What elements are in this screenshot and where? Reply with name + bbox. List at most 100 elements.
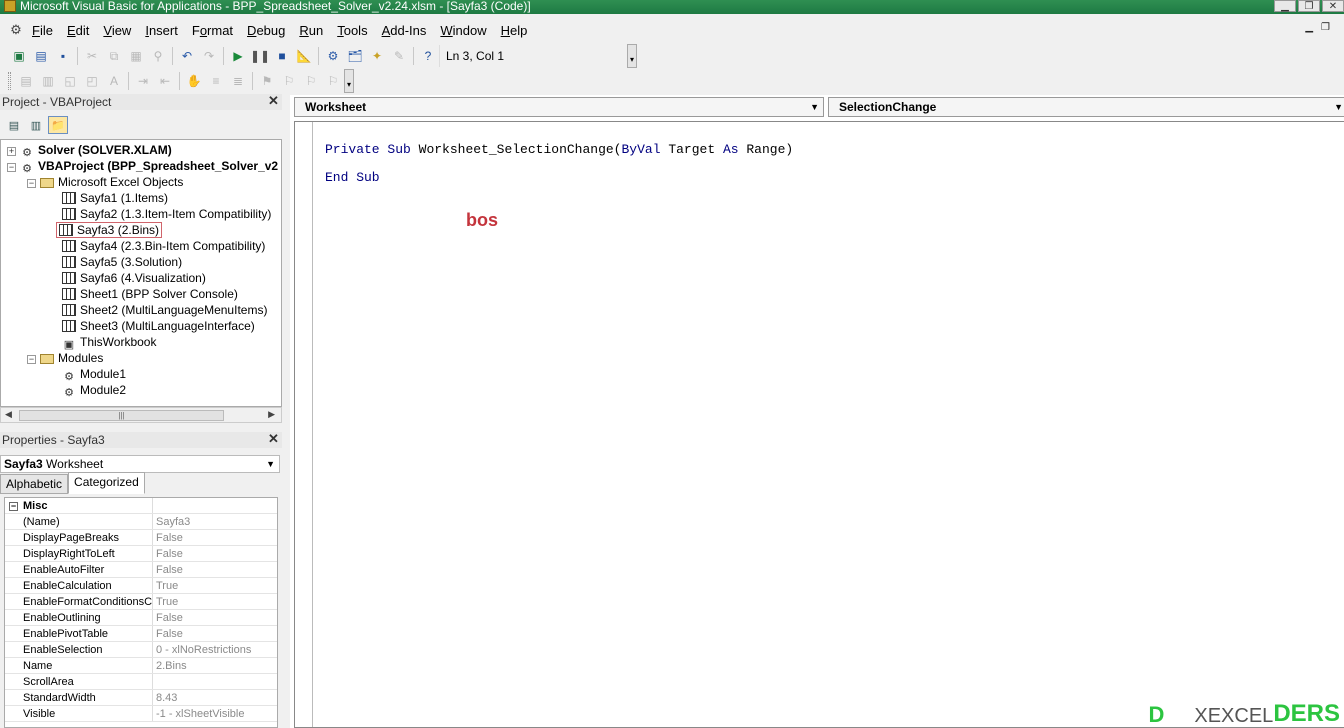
code-line-1[interactable]: Private Sub Worksheet_SelectionChange(By… [325, 142, 793, 157]
toggle-breakpoint-icon[interactable]: ✋ [183, 71, 205, 91]
property-row[interactable]: EnableAutoFilter False [5, 562, 277, 578]
property-value[interactable]: False [153, 562, 277, 577]
property-value[interactable]: -1 - xlSheetVisible [153, 706, 277, 721]
copy-icon[interactable]: ⧉ [103, 46, 125, 66]
property-value[interactable]: True [153, 578, 277, 593]
tree-node-excel-objects[interactable]: − Microsoft Excel Objects [27, 174, 183, 190]
tree-node-sayfa1[interactable]: Sayfa1 (1.Items) [62, 190, 168, 206]
reset-icon[interactable]: ■ [271, 46, 293, 66]
tab-categorized[interactable]: Categorized [68, 472, 145, 494]
tree-node-sayfa4[interactable]: Sayfa4 (2.3.Bin-Item Compatibility) [62, 238, 265, 254]
property-value[interactable]: False [153, 530, 277, 545]
edit-toolbar-options-chevron-icon[interactable]: ▾ [344, 69, 354, 93]
menu-tools[interactable]: Tools [337, 23, 367, 38]
property-row[interactable]: ScrollArea [5, 674, 277, 690]
tree-node-thisworkbook[interactable]: ▣ ThisWorkbook [62, 334, 157, 351]
property-row[interactable]: EnableSelection 0 - xlNoRestrictions [5, 642, 277, 658]
maximize-button[interactable]: ❐ [1298, 0, 1320, 12]
property-row[interactable]: EnablePivotTable False [5, 626, 277, 642]
code-margin-indicator-bar[interactable] [295, 122, 313, 727]
object-combo[interactable]: Worksheet ▼ [294, 97, 824, 117]
expand-icon[interactable]: + [7, 147, 16, 156]
previous-bookmark-icon[interactable]: ⚐ [300, 71, 322, 91]
menu-window[interactable]: Window [440, 23, 486, 38]
property-category[interactable]: − Misc [5, 498, 277, 514]
menu-add-ins[interactable]: Add-Ins [382, 23, 427, 38]
insert-userform-icon[interactable]: ▤ [30, 46, 52, 66]
toolbox-icon[interactable]: ✎ [388, 46, 410, 66]
view-code-icon[interactable]: ▤ [4, 116, 24, 134]
property-row[interactable]: EnableOutlining False [5, 610, 277, 626]
project-tree[interactable]: + ⚙ Solver (SOLVER.XLAM) − ⚙ VBAProject (BPP… [0, 139, 282, 407]
property-value[interactable]: 0 - xlNoRestrictions [153, 642, 277, 657]
save-icon[interactable]: ▪ [52, 46, 74, 66]
view-excel-icon[interactable]: ▣ [8, 46, 30, 66]
property-row[interactable]: DisplayRightToLeft False [5, 546, 277, 562]
property-value[interactable]: False [153, 610, 277, 625]
scroll-thumb[interactable]: ||| [19, 410, 224, 421]
comment-block-icon[interactable]: ≡ [205, 71, 227, 91]
tree-node-vbaproject[interactable]: − ⚙ VBAProject (BPP_Spreadsheet_Solver_v2 [7, 158, 278, 175]
project-tree-hscrollbar[interactable]: ◀ ||| ▶ [0, 407, 282, 423]
property-value[interactable]: 8.43 [153, 690, 277, 705]
mdi-window-controls[interactable]: ▁❐ [1305, 22, 1338, 33]
menu-insert[interactable]: Insert [145, 23, 178, 38]
tree-node-module1[interactable]: ⚙ Module1 [62, 366, 126, 383]
properties-grid[interactable]: − Misc (Name) Sayfa3 DisplayPageBreaks False… [4, 497, 278, 728]
collapse-icon[interactable]: − [9, 502, 18, 511]
menu-edit[interactable]: Edit [67, 23, 89, 38]
toolbar-options-chevron-icon[interactable]: ▾ [627, 44, 637, 68]
property-value[interactable]: False [153, 626, 277, 641]
property-row[interactable]: StandardWidth 8.43 [5, 690, 277, 706]
list-properties-icon[interactable]: ▤ [15, 71, 37, 91]
tree-node-sayfa5[interactable]: Sayfa5 (3.Solution) [62, 254, 182, 270]
tree-node-sheet3[interactable]: Sheet3 (MultiLanguageInterface) [62, 318, 255, 334]
property-row[interactable]: DisplayPageBreaks False [5, 530, 277, 546]
menu-help[interactable]: Help [501, 23, 528, 38]
toggle-folders-icon[interactable]: 📁 [48, 116, 68, 134]
property-value[interactable] [153, 674, 277, 689]
tree-node-solver[interactable]: + ⚙ Solver (SOLVER.XLAM) [7, 142, 172, 159]
collapse-icon[interactable]: − [27, 355, 36, 364]
indent-icon[interactable]: ⇥ [132, 71, 154, 91]
run-icon[interactable]: ▶ [227, 46, 249, 66]
undo-icon[interactable]: ↶ [176, 46, 198, 66]
redo-icon[interactable]: ↷ [198, 46, 220, 66]
property-value[interactable]: Sayfa3 [153, 514, 277, 529]
property-value[interactable]: 2.Bins [153, 658, 277, 673]
property-row[interactable]: EnableFormatConditionsCa True [5, 594, 277, 610]
close-icon[interactable]: ✕ [267, 432, 280, 446]
menu-format[interactable]: Format [192, 23, 233, 38]
object-browser-icon[interactable]: ✦ [366, 46, 388, 66]
next-bookmark-icon[interactable]: ⚐ [278, 71, 300, 91]
clear-bookmarks-icon[interactable]: ⚐ [322, 71, 344, 91]
outdent-icon[interactable]: ⇤ [154, 71, 176, 91]
list-constants-icon[interactable]: ▥ [37, 71, 59, 91]
scroll-left-icon[interactable]: ◀ [5, 409, 12, 420]
chevron-down-icon[interactable]: ▼ [266, 456, 275, 472]
minimize-button[interactable]: ▁ [1274, 0, 1296, 12]
tree-node-sayfa3[interactable]: Sayfa3 (2.Bins) [56, 222, 163, 238]
menu-view[interactable]: View [103, 23, 131, 38]
uncomment-block-icon[interactable]: ≣ [227, 71, 249, 91]
scroll-right-icon[interactable]: ▶ [268, 409, 275, 420]
chevron-down-icon[interactable]: ▼ [1334, 98, 1343, 116]
view-object-icon[interactable]: ▥ [26, 116, 46, 134]
vba-menu-icon[interactable]: ⚙ [8, 22, 24, 38]
property-row[interactable]: EnableCalculation True [5, 578, 277, 594]
tree-node-modules[interactable]: − Modules [27, 350, 103, 366]
close-icon[interactable]: ✕ [1322, 0, 1344, 12]
tree-node-sheet2[interactable]: Sheet2 (MultiLanguageMenuItems) [62, 302, 267, 318]
cut-icon[interactable]: ✂ [81, 46, 103, 66]
complete-word-icon[interactable]: A [103, 71, 125, 91]
parameter-info-icon[interactable]: ◰ [81, 71, 103, 91]
window-title-bar[interactable]: Microsoft Visual Basic for Applications … [0, 0, 1344, 14]
project-explorer-icon[interactable]: ⚙ [322, 46, 344, 66]
close-icon[interactable]: ✕ [267, 94, 280, 108]
menu-run[interactable]: Run [299, 23, 323, 38]
procedure-combo[interactable]: SelectionChange ▼ [828, 97, 1344, 117]
collapse-icon[interactable]: − [27, 179, 36, 188]
properties-window-icon[interactable]: 🗂 [344, 46, 366, 66]
break-icon[interactable]: ❚❚ [249, 46, 271, 66]
tree-node-sheet1[interactable]: Sheet1 (BPP Solver Console) [62, 286, 238, 302]
